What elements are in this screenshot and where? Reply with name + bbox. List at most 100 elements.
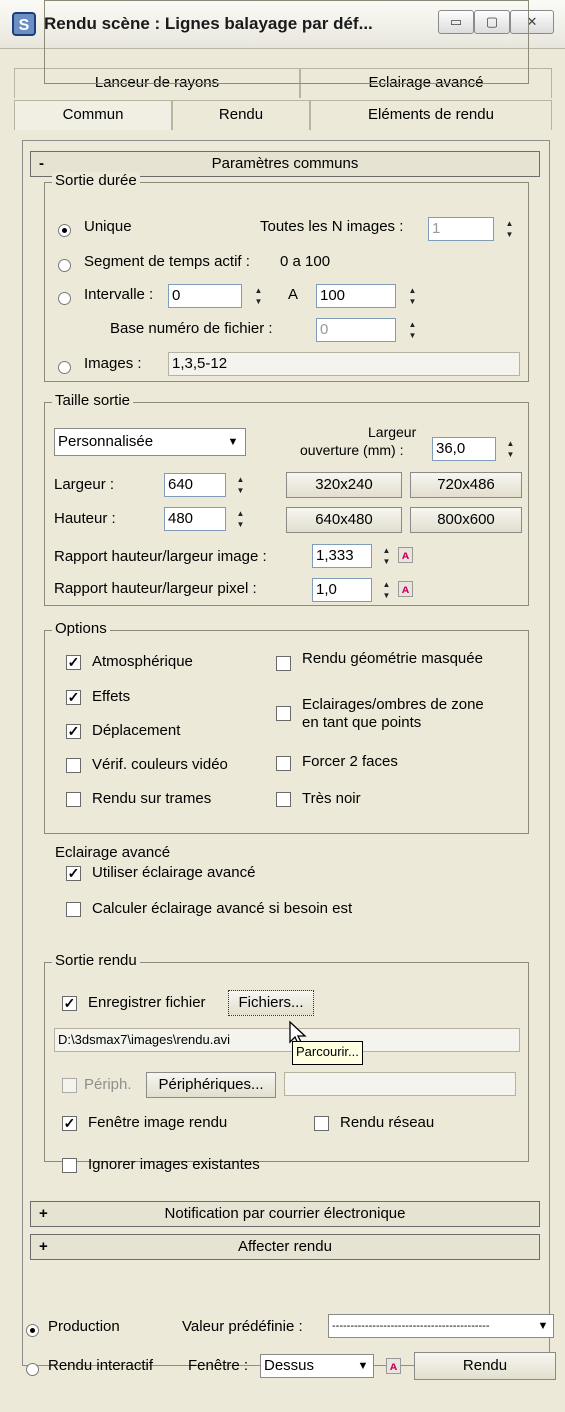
expand-icon: +	[39, 1205, 48, 1222]
viewport-dropdown[interactable]: Dessus ▼	[260, 1354, 374, 1378]
range-from-input[interactable]: 0	[168, 284, 242, 308]
app-icon: S	[12, 12, 36, 36]
rollout-title: Affecter rendu	[238, 1238, 332, 1255]
range-to-input[interactable]: 100	[316, 284, 396, 308]
range-to-spinner[interactable]: ▲ ▼	[406, 285, 419, 307]
render-button[interactable]: Rendu	[414, 1352, 556, 1380]
save-file-checkbox[interactable]: ✓	[62, 996, 77, 1011]
active-segment-radio[interactable]	[58, 259, 71, 272]
spin-down-icon: ▼	[382, 591, 391, 600]
spin-down-icon: ▼	[408, 297, 417, 306]
image-aspect-spinner[interactable]: ▲ ▼	[380, 545, 393, 567]
area-lights-label-2: en tant que points	[302, 714, 422, 731]
height-label: Hauteur :	[54, 510, 116, 527]
file-number-base-spinner[interactable]: ▲ ▼	[406, 319, 419, 341]
super-black-checkbox[interactable]	[276, 792, 291, 807]
displacement-checkbox[interactable]: ✓	[66, 724, 81, 739]
use-advanced-lighting-label: Utiliser éclairage avancé	[92, 864, 256, 881]
atmospherics-checkbox[interactable]: ✓	[66, 655, 81, 670]
pixel-aspect-lock-icon[interactable]: ᴀ	[398, 581, 413, 597]
compute-advanced-lighting-checkbox[interactable]	[66, 902, 81, 917]
spin-down-icon: ▼	[254, 297, 263, 306]
device-field[interactable]	[284, 1072, 516, 1096]
area-lights-checkbox[interactable]	[276, 706, 291, 721]
displacement-label: Déplacement	[92, 722, 181, 739]
force-2-sided-checkbox[interactable]	[276, 756, 291, 771]
tab-common[interactable]: Commun	[14, 100, 172, 130]
frames-radio[interactable]	[58, 361, 71, 374]
render-output-title: Sortie rendu	[52, 952, 140, 969]
activeshade-radio[interactable]	[26, 1363, 39, 1376]
preset-800x600-button[interactable]: 800x600	[410, 507, 522, 533]
chevron-down-icon: ▼	[357, 1360, 369, 1372]
frames-input[interactable]: 1,3,5-12	[168, 352, 520, 376]
height-spinner[interactable]: ▲ ▼	[234, 508, 247, 530]
spin-up-icon: ▲	[254, 286, 263, 295]
spin-down-icon: ▼	[505, 230, 514, 239]
pixel-aspect-spinner[interactable]: ▲ ▼	[380, 579, 393, 601]
file-number-base-input[interactable]: 0	[316, 318, 396, 342]
skip-existing-checkbox[interactable]	[62, 1158, 77, 1173]
preset-320x240-button[interactable]: 320x240	[286, 472, 402, 498]
output-preset-dropdown[interactable]: Personnalisée ▼	[54, 428, 246, 456]
range-radio[interactable]	[58, 292, 71, 305]
spin-up-icon: ▲	[382, 580, 391, 589]
every-nth-label: Toutes les N images :	[260, 218, 404, 235]
effects-checkbox[interactable]: ✓	[66, 690, 81, 705]
aperture-spinner[interactable]: ▲ ▼	[504, 438, 517, 460]
range-label: Intervalle :	[84, 286, 154, 303]
preset-dropdown[interactable]: ----------------------------------------…	[328, 1314, 554, 1338]
every-nth-spinner[interactable]: ▲ ▼	[503, 218, 516, 240]
viewport-label: Fenêtre :	[188, 1357, 249, 1374]
active-segment-value: 0 a 100	[280, 253, 331, 270]
aperture-label-1: Largeur	[368, 424, 417, 440]
output-preset-value: Personnalisée	[58, 433, 154, 450]
image-aspect-input[interactable]: 1,333	[312, 544, 372, 568]
video-color-check-checkbox[interactable]	[66, 758, 81, 773]
expand-icon: +	[39, 1238, 48, 1255]
width-input[interactable]: 640	[164, 473, 226, 497]
net-render-checkbox[interactable]	[314, 1116, 329, 1131]
image-aspect-label: Rapport hauteur/largeur image :	[54, 548, 267, 565]
output-file-path-field[interactable]: D:\3dsmax7\images\rendu.avi	[54, 1028, 520, 1052]
rollout-assign-renderer[interactable]: + Affecter rendu	[30, 1234, 540, 1260]
render-fields-label: Rendu sur trames	[92, 790, 212, 807]
tab-renderer[interactable]: Rendu	[172, 100, 310, 130]
time-output-title: Sortie durée	[52, 172, 140, 189]
preset-640x480-button[interactable]: 640x480	[286, 507, 402, 533]
every-nth-input[interactable]: 1	[428, 217, 494, 241]
preset-value: ----------------------------------------…	[332, 1320, 490, 1332]
single-radio[interactable]	[58, 224, 71, 237]
height-input[interactable]: 480	[164, 507, 226, 531]
area-lights-label-1: Eclairages/ombres de zone	[302, 696, 484, 713]
browse-tooltip: Parcourir...	[292, 1041, 363, 1065]
aperture-input[interactable]: 36,0	[432, 437, 496, 461]
width-spinner[interactable]: ▲ ▼	[234, 474, 247, 496]
range-from-spinner[interactable]: ▲ ▼	[252, 285, 265, 307]
files-button[interactable]: Fichiers...	[228, 990, 314, 1016]
chevron-down-icon: ▼	[227, 436, 239, 448]
pixel-aspect-input[interactable]: 1,0	[312, 578, 372, 602]
use-advanced-lighting-checkbox[interactable]: ✓	[66, 866, 81, 881]
devices-button[interactable]: Périphériques...	[146, 1072, 276, 1098]
range-to-label: A	[288, 286, 299, 303]
active-segment-label: Segment de temps actif :	[84, 253, 250, 270]
spin-up-icon: ▲	[408, 286, 417, 295]
image-aspect-lock-icon[interactable]: ᴀ	[398, 547, 413, 563]
spin-up-icon: ▲	[236, 475, 245, 484]
render-hidden-checkbox[interactable]	[276, 656, 291, 671]
device-checkbox[interactable]	[62, 1078, 77, 1093]
atmospherics-label: Atmosphérique	[92, 653, 193, 670]
frame-window-checkbox[interactable]: ✓	[62, 1116, 77, 1131]
render-fields-checkbox[interactable]	[66, 792, 81, 807]
save-file-label: Enregistrer fichier	[88, 994, 206, 1011]
frames-label: Images :	[84, 355, 142, 372]
production-radio[interactable]	[26, 1324, 39, 1337]
tab-render-elements[interactable]: Eléments de rendu	[310, 100, 552, 130]
viewport-lock-icon[interactable]: ᴀ	[386, 1358, 401, 1374]
activeshade-label: Rendu interactif	[48, 1357, 154, 1374]
spin-down-icon: ▼	[506, 450, 515, 459]
width-label: Largeur :	[54, 476, 115, 493]
preset-720x486-button[interactable]: 720x486	[410, 472, 522, 498]
rollout-email-notifications[interactable]: + Notification par courrier électronique	[30, 1201, 540, 1227]
